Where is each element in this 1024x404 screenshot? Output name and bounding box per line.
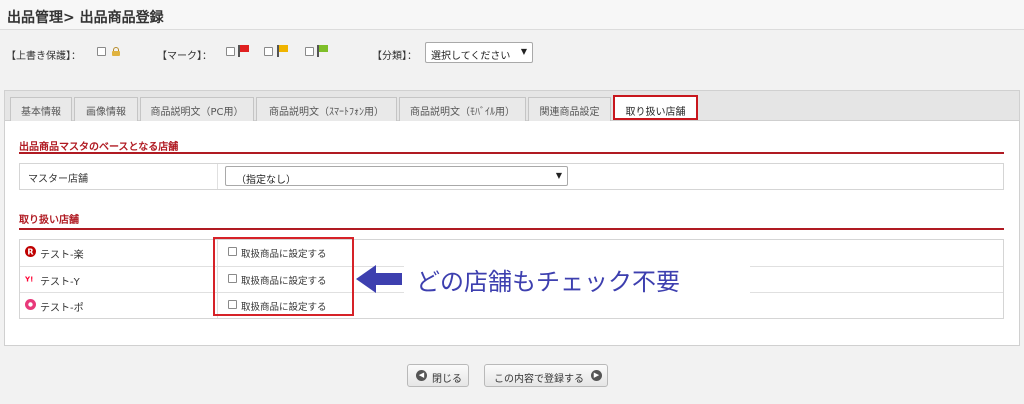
title-bar: 出品管理> 出品商品登録 xyxy=(0,0,1024,30)
mark-red-checkbox[interactable] xyxy=(226,47,235,56)
yellow-flag-icon xyxy=(277,45,288,57)
tab-related-products[interactable]: 関連商品設定 xyxy=(528,97,611,121)
mark-green-checkbox[interactable] xyxy=(305,47,314,56)
close-button-label: 閉じる xyxy=(432,374,462,385)
red-flag-icon xyxy=(238,45,249,57)
overwrite-protect-label: 【上書き保護】： xyxy=(6,51,81,62)
category-select-value: 選択してください xyxy=(431,51,511,62)
options-row: 【上書き保護】： 【マーク】： 【分類】： 選択してください ▼ xyxy=(0,42,1024,64)
dropdown-arrow-icon: ▼ xyxy=(520,47,527,56)
lock-icon xyxy=(112,47,120,56)
store-name: テスト-Y xyxy=(40,277,80,288)
category-select[interactable]: 選択してください ▼ xyxy=(425,42,533,63)
master-store-label: マスター店舗 xyxy=(28,174,88,185)
chevron-left-icon: ◀ xyxy=(416,370,427,381)
rakuten-icon: R xyxy=(25,246,36,257)
store-name: テスト-楽 xyxy=(40,250,84,261)
mark-yellow-checkbox[interactable] xyxy=(264,47,273,56)
tab-description-smartphone[interactable]: 商品説明文（ｽﾏｰﾄﾌｫﾝ用） xyxy=(256,97,397,121)
tab-description-pc[interactable]: 商品説明文（PC用） xyxy=(140,97,254,121)
register-button[interactable]: この内容で登録する ▶ xyxy=(484,364,608,387)
register-button-label: この内容で登録する xyxy=(494,374,584,385)
master-store-select[interactable]: （指定なし） ▼ xyxy=(225,166,568,186)
overwrite-protect-checkbox[interactable] xyxy=(97,47,106,56)
master-store-section-title: 出品商品マスタのベースとなる店舗 xyxy=(19,142,179,153)
master-store-row: マスター店舗 （指定なし） ▼ xyxy=(20,164,1003,189)
tab-image-info[interactable]: 画像情報 xyxy=(74,97,138,121)
main-panel: 基本情報 画像情報 商品説明文（PC用） 商品説明文（ｽﾏｰﾄﾌｫﾝ用） 商品説… xyxy=(4,90,1020,346)
mark-label: 【マーク】： xyxy=(157,51,212,62)
tab-description-mobile[interactable]: 商品説明文（ﾓﾊﾞｲﾙ用） xyxy=(399,97,526,121)
chevron-right-icon: ▶ xyxy=(591,370,602,381)
handling-stores-section-title: 取り扱い店舗 xyxy=(19,215,79,226)
section-divider xyxy=(19,152,1004,154)
annotation-text: どの店舗もチェック不要 xyxy=(416,268,680,296)
master-store-table: マスター店舗 （指定なし） ▼ xyxy=(19,163,1004,190)
category-label: 【分類】： xyxy=(372,51,417,62)
close-button[interactable]: ◀ 閉じる xyxy=(407,364,469,387)
master-store-select-value: （指定なし） xyxy=(236,175,296,186)
tab-bar: 基本情報 画像情報 商品説明文（PC用） 商品説明文（ｽﾏｰﾄﾌｫﾝ用） 商品説… xyxy=(5,91,1019,121)
green-flag-icon xyxy=(317,45,328,57)
svg-text:Y!: Y! xyxy=(25,276,33,284)
store-name: テスト-ポ xyxy=(40,303,84,314)
svg-text:R: R xyxy=(27,247,33,256)
annotation-arrow-icon xyxy=(356,265,402,293)
yahoo-icon: Y! xyxy=(25,276,33,284)
tab-handling-stores[interactable]: 取り扱い店舗 xyxy=(613,95,698,120)
section-divider xyxy=(19,228,1004,230)
page-title: 出品管理> 出品商品登録 xyxy=(7,10,164,26)
dropdown-arrow-icon: ▼ xyxy=(555,171,562,180)
annotation-highlight-box xyxy=(213,237,354,316)
ponpare-icon xyxy=(25,299,36,310)
tab-basic-info[interactable]: 基本情報 xyxy=(10,97,72,121)
